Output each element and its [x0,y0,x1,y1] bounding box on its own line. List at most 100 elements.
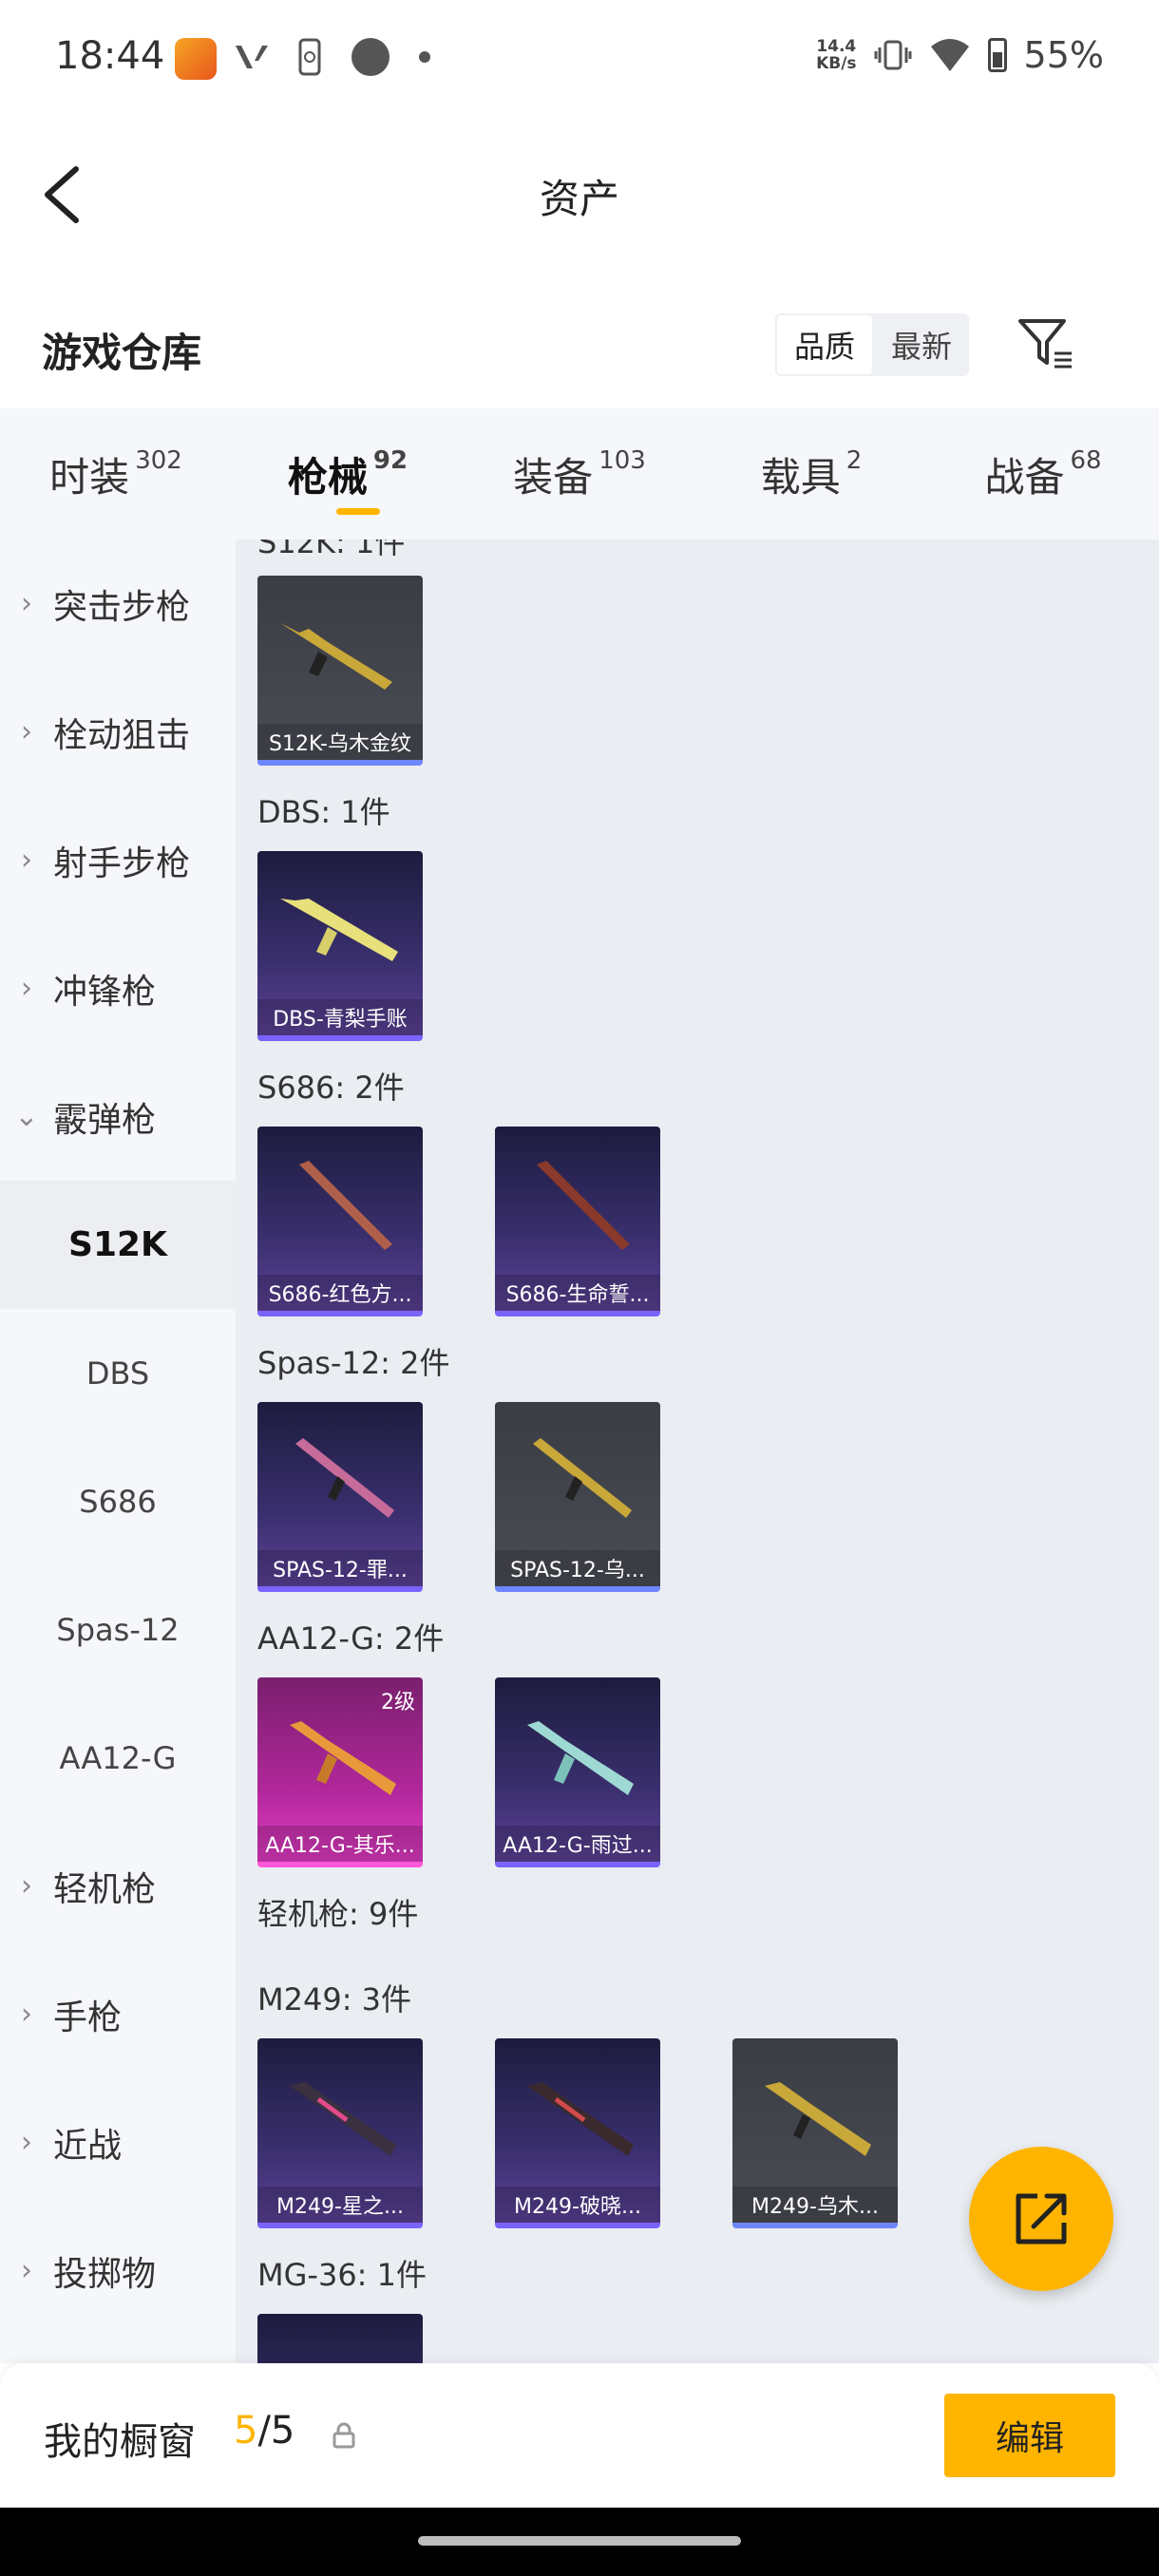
sort-newest-option[interactable]: 最新 [874,313,969,376]
shotgun-icon [280,899,398,961]
weapon-card-mg36[interactable] [257,2314,423,2363]
chevron-right-icon: › [21,1998,32,2031]
status-time: 18:44 [55,34,165,78]
tab-tactical[interactable]: 战备 68 [927,408,1159,540]
weapon-card-m249-1[interactable]: M249-星之... [257,2038,423,2228]
weapon-card-name: AA12-G-雨过... [495,1826,660,1862]
weapon-card-spas12-1[interactable]: SPAS-12-罪... [257,1402,423,1592]
page-title: 资产 [539,176,619,222]
sidebar-item-label: 投掷物 [53,2254,157,2294]
chevron-right-icon: › [21,972,32,1005]
net-speed-value: 14.4 [816,37,857,56]
sidebar-item-label: 栓动狙击 [53,715,191,755]
status-bar: 18:44 14.4 KB/s 55% [0,0,1159,118]
sort-quality-option[interactable]: 品质 [775,313,874,376]
showcase-current: 5 [234,2409,258,2453]
tab-label: 装备 [513,453,594,501]
weapon-card-name: M249-星之... [257,2187,423,2223]
shotgun-icon [527,1721,634,1795]
net-speed: 14.4 KB/s [816,38,856,72]
shotgun-icon [537,1161,630,1250]
sidebar-subitem-aa12g[interactable]: AA12-G [0,1694,236,1822]
weapon-card-m249-2[interactable]: M249-破晓... [495,2038,660,2228]
tab-count: 2 [846,446,863,475]
showcase-bar: 我的橱窗 5/5 编辑 [0,2363,1159,2508]
sidebar-item-label: 霰弹枪 [53,1100,157,1140]
weapon-list[interactable]: S12K: 1件 S12K-乌木金纹 DBS: 1件 DBS-青梨手账 S686… [236,540,1159,2363]
weapon-card-name: DBS-青梨手账 [257,999,423,1035]
sidebar-item-lmg[interactable]: › 轻机枪 [0,1822,236,1950]
weapon-card-dbs[interactable]: DBS-青梨手账 [257,851,423,1041]
tab-label: 战备 [984,453,1065,501]
circle-notification-icon [350,38,391,76]
tab-equipment[interactable]: 装备 103 [464,408,695,540]
machine-gun-icon [290,2082,396,2156]
sidebar-item-melee[interactable]: › 近战 [0,2078,236,2207]
section-label-m249: M249: 3件 [257,1981,412,2017]
weapon-card-s686-2[interactable]: S686-生命誓... [495,1127,660,1316]
sort-segmented-control: 品质 最新 [775,313,969,376]
sidebar-item-pistol[interactable]: › 手枪 [0,1950,236,2078]
app-notification-icon [175,38,217,80]
sidebar-subitem-s12k[interactable]: S12K [0,1181,236,1309]
section-label-s686: S686: 2件 [257,1070,405,1106]
weapon-card-name: SPAS-12-乌... [495,1550,660,1586]
showcase-count: 5/5 [234,2409,294,2453]
sidebar-item-throwable[interactable]: › 投掷物 [0,2207,236,2335]
sidebar-item-assault-rifle[interactable]: › 突击步枪 [0,540,236,668]
weapon-card-name: M249-破晓... [495,2187,660,2223]
weapon-category-sidebar: › 突击步枪 › 栓动狙击 › 射手步枪 › 冲锋枪 ⌄ 霰弹枪 S12K DBS S68… [0,540,236,2363]
tab-firearms[interactable]: 枪械 92 [232,408,464,540]
share-fab[interactable] [969,2147,1113,2291]
section-label-dbs: DBS: 1件 [257,794,390,830]
sidebar-item-bolt-sniper[interactable]: › 栓动狙击 [0,668,236,796]
weapon-card-name: S686-生命誓... [495,1275,660,1311]
chevron-down-icon: ⌄ [14,1100,39,1133]
sidebar-item-smg[interactable]: › 冲锋枪 [0,924,236,1052]
warehouse-header: 游戏仓库 品质 最新 [0,274,1159,408]
filter-button[interactable] [1016,315,1075,374]
sidebar-subitem-s686[interactable]: S686 [0,1437,236,1565]
weapon-card-aa12g-2[interactable]: AA12-G-雨过... [495,1677,660,1867]
weapon-level-badge: 2级 [381,1691,415,1714]
weapon-card-name: S12K-乌木金纹 [257,724,423,760]
lock-icon [332,2422,355,2449]
shotgun-icon [295,1438,394,1518]
edit-button[interactable]: 编辑 [944,2394,1115,2477]
shotgun-icon [280,623,392,690]
sidebar-item-label: 轻机枪 [53,1869,157,1909]
tab-vehicles[interactable]: 载具 2 [695,408,927,540]
sidebar-subitem-spas12[interactable]: Spas-12 [0,1565,236,1694]
net-speed-unit: KB/s [816,54,857,73]
weapon-card-m249-3[interactable]: M249-乌木... [732,2038,898,2228]
status-right: 14.4 KB/s 55% [816,34,1104,76]
weapon-card-aa12g-1[interactable]: 2级 AA12-G-其乐... [257,1677,423,1867]
phone-sync-icon [294,38,325,76]
weapon-card-spas12-2[interactable]: SPAS-12-乌... [495,1402,660,1592]
sidebar-subitem-dbs[interactable]: DBS [0,1309,236,1437]
sidebar-item-shotgun[interactable]: ⌄ 霰弹枪 [0,1052,236,1181]
wifi-icon [930,39,969,71]
sidebar-item-marksman-rifle[interactable]: › 射手步枪 [0,796,236,924]
tab-count: 68 [1070,446,1102,475]
tab-count: 103 [598,446,646,475]
tab-fashion[interactable]: 时装 302 [0,408,232,540]
section-label-spas12: Spas-12: 2件 [257,1345,450,1381]
tab-label: 载具 [760,453,841,501]
chevron-right-icon: › [21,2254,32,2287]
valorant-notification-icon [234,38,270,76]
home-gesture-handle[interactable] [418,2536,741,2546]
share-export-icon [1016,2193,1067,2245]
system-nav-bar [0,2508,1159,2576]
shotgun-icon [299,1161,392,1250]
chevron-right-icon: › [21,715,32,748]
weapon-card-s686-1[interactable]: S686-红色方... [257,1127,423,1316]
machine-gun-icon [527,2082,634,2156]
tab-label: 枪械 [287,453,368,501]
shotgun-icon [533,1438,632,1518]
tab-count: 92 [372,446,408,475]
chevron-right-icon: › [21,587,32,620]
more-dot-icon [418,38,431,76]
app-header: 资产 [0,118,1159,274]
weapon-card-s12k[interactable]: S12K-乌木金纹 [257,576,423,766]
